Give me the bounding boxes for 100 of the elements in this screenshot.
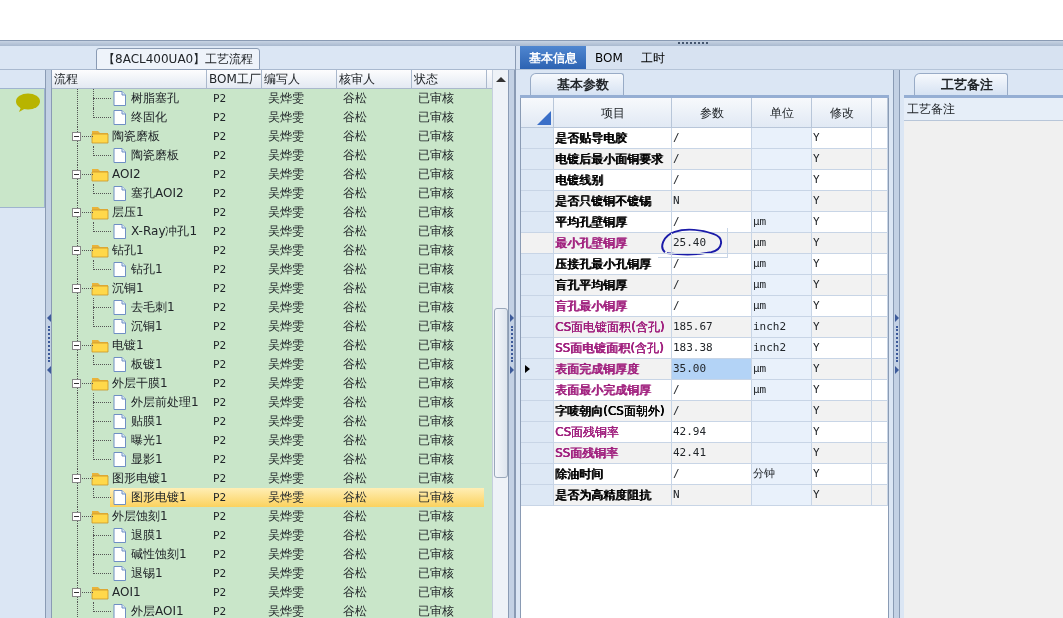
collapse-toggle[interactable] <box>72 284 81 293</box>
tree-item[interactable]: 贴膜1 <box>131 412 163 431</box>
table-cell-text: 吴烨雯 <box>267 128 305 145</box>
collapse-toggle[interactable] <box>72 170 81 179</box>
tree-item[interactable]: 外层AOI1 <box>131 602 184 618</box>
tab[interactable]: 基本信息 <box>520 46 586 69</box>
table-cell-text: 吴烨雯 <box>267 470 305 487</box>
collapse-toggle[interactable] <box>72 208 81 217</box>
table-cell-text: P2 <box>212 566 228 582</box>
column-header[interactable]: 状态 <box>412 70 487 88</box>
tree-item[interactable]: 外层前处理1 <box>131 393 199 412</box>
tree-item[interactable]: 碱性蚀刻1 <box>131 545 187 564</box>
column-header[interactable]: 单位 <box>752 98 812 128</box>
splitter[interactable] <box>893 70 900 618</box>
table-row[interactable]: 电镀后最小面铜要求 / Y <box>521 149 888 170</box>
table-cell[interactable]: 185.67 <box>672 317 752 338</box>
tree-item[interactable]: 退锡1 <box>131 564 163 583</box>
table-row[interactable]: 是否为高精度阻抗 N Y <box>521 485 888 506</box>
table-cell-text: P2 <box>212 148 228 164</box>
table-row[interactable]: 盲孔平均铜厚 / μm Y <box>521 275 888 296</box>
table-cell: 是否为高精度阻抗 <box>555 488 651 502</box>
column-header[interactable]: 流程 <box>52 70 207 88</box>
splitter[interactable] <box>45 70 52 618</box>
table-row[interactable]: CS面电镀面积(含孔) 185.67 inch2 Y <box>521 317 888 338</box>
tree-item[interactable]: 钻孔1 <box>131 260 163 279</box>
tab[interactable]: 工时 <box>631 46 674 69</box>
tree-item[interactable]: 外层干膜1 <box>112 374 168 393</box>
table-row[interactable]: 表面完成铜厚度 35.00 μm Y <box>521 359 888 380</box>
table-cell[interactable]: / <box>672 401 752 422</box>
table-cell: 最小孔壁铜厚 <box>555 236 627 250</box>
table-cell[interactable]: 35.00 <box>672 359 752 380</box>
column-header[interactable]: 项目 <box>554 98 672 128</box>
column-header[interactable]: 参数 <box>672 98 752 128</box>
tree-item[interactable]: 塞孔AOI2 <box>131 184 184 203</box>
tree-item[interactable]: 外层蚀刻1 <box>112 507 168 526</box>
table-cell-text: 吴烨雯 <box>267 375 305 392</box>
table-cell <box>872 317 888 338</box>
tree-item[interactable]: 去毛刺1 <box>131 298 175 317</box>
table-cell[interactable]: / <box>672 275 752 296</box>
column-header[interactable]: 修改 <box>812 98 872 128</box>
collapse-toggle[interactable] <box>72 474 81 483</box>
table-row[interactable]: 字唛朝向(CS面朝外) / Y <box>521 401 888 422</box>
table-cell: μm <box>752 212 812 233</box>
tree-item[interactable]: 电镀1 <box>112 336 144 355</box>
notes-area[interactable] <box>904 121 1063 618</box>
tab[interactable]: 基本参数 <box>530 72 624 95</box>
table-cell[interactable]: 25.40 <box>672 233 752 254</box>
collapse-toggle[interactable] <box>72 588 81 597</box>
table-row[interactable]: 是否只镀铜不镀锡 N Y <box>521 191 888 212</box>
tree-item[interactable]: 沉铜1 <box>112 279 144 298</box>
tree-item[interactable]: X-Ray冲孔1 <box>131 222 198 241</box>
table-cell[interactable]: Y <box>812 149 872 170</box>
tree-item[interactable]: 退膜1 <box>131 526 163 545</box>
tree-item[interactable]: AOI1 <box>112 583 141 602</box>
tab[interactable]: 工艺备注 <box>914 72 1008 95</box>
column-header[interactable]: 核审人 <box>337 70 412 88</box>
table-cell[interactable]: N <box>672 485 752 506</box>
table-cell[interactable]: Y <box>812 317 872 338</box>
corner-header[interactable] <box>521 98 554 128</box>
collapse-toggle[interactable] <box>72 246 81 255</box>
tree-item[interactable]: 显影1 <box>131 450 163 469</box>
table-cell[interactable]: N <box>672 191 752 212</box>
tab[interactable]: BOM <box>586 46 632 69</box>
table-cell[interactable]: Y <box>812 233 872 254</box>
row-header[interactable] <box>521 359 554 380</box>
table-cell <box>752 128 812 149</box>
column-header[interactable]: BOM工厂 <box>207 70 262 88</box>
collapse-toggle[interactable] <box>72 512 81 521</box>
tree-item[interactable]: 图形电镀1 <box>131 488 187 507</box>
table-cell[interactable]: Y <box>812 359 872 380</box>
tree-item[interactable]: 层压1 <box>112 203 144 222</box>
table-cell[interactable]: Y <box>812 443 872 464</box>
table-cell-text: P2 <box>212 281 228 297</box>
collapse-toggle[interactable] <box>72 341 81 350</box>
table-cell-text: 吴烨雯 <box>267 223 305 240</box>
table-cell[interactable]: 42.41 <box>672 443 752 464</box>
scrollbar[interactable] <box>492 70 508 618</box>
table-cell[interactable]: Y <box>812 275 872 296</box>
table-cell[interactable]: Y <box>812 401 872 422</box>
tree-item[interactable]: 沉铜1 <box>131 317 163 336</box>
tree-item[interactable]: 板镀1 <box>131 355 163 374</box>
table-cell[interactable]: / <box>672 149 752 170</box>
table-cell <box>872 233 888 254</box>
collapse-toggle[interactable] <box>72 132 81 141</box>
splitter[interactable] <box>508 70 515 618</box>
tree-item[interactable]: 陶瓷磨板 <box>112 127 160 146</box>
tree-item[interactable]: 钻孔1 <box>112 241 144 260</box>
document-icon <box>113 319 126 334</box>
tree-item[interactable]: 树脂塞孔 <box>131 89 179 108</box>
tree-item[interactable]: 曝光1 <box>131 431 163 450</box>
tree-item[interactable]: 图形电镀1 <box>112 469 168 488</box>
table-row[interactable]: SS面残铜率 42.41 Y <box>521 443 888 464</box>
table-cell[interactable]: Y <box>812 485 872 506</box>
tree-item[interactable]: 终固化 <box>131 108 167 127</box>
collapse-toggle[interactable] <box>72 379 81 388</box>
tree-item[interactable]: AOI2 <box>112 165 141 184</box>
column-header[interactable]: 编写人 <box>262 70 337 88</box>
speech-bubble-icon[interactable] <box>15 93 41 113</box>
table-cell[interactable]: Y <box>812 191 872 212</box>
tree-item[interactable]: 陶瓷磨板 <box>131 146 179 165</box>
